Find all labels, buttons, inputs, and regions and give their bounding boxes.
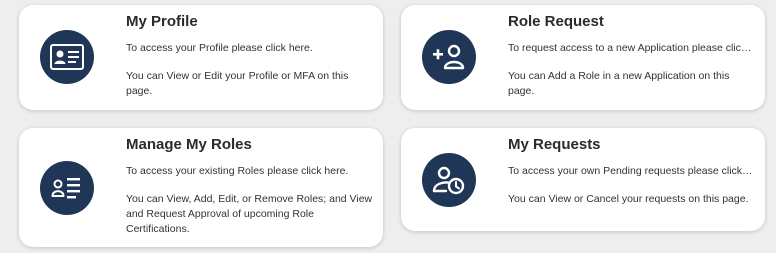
card-access-text: To access your existing Roles please cli… (126, 165, 349, 177)
card-description: You can View or Cancel your requests on … (508, 193, 749, 205)
user-clock-icon (422, 153, 476, 207)
add-user-icon (422, 30, 476, 84)
card-title: Manage My Roles (126, 136, 252, 153)
my-requests-card[interactable]: My Requests To access your own Pending r… (401, 128, 765, 231)
id-card-icon (40, 30, 94, 84)
manage-my-roles-card[interactable]: Manage My Roles To access your existing … (19, 128, 383, 247)
card-description: You can Add a Role in a new Application … (508, 70, 730, 97)
card-access-text: To request access to a new Application p… (508, 42, 755, 54)
role-request-card[interactable]: Role Request To request access to a new … (401, 5, 765, 110)
my-profile-card[interactable]: My Profile To access your Profile please… (19, 5, 383, 110)
card-access-text: To access your Profile please click here… (126, 42, 313, 54)
card-description: You can View or Edit your Profile or MFA… (126, 70, 349, 97)
card-description: You can View, Add, Edit, or Remove Roles… (126, 193, 373, 235)
user-list-icon (40, 161, 94, 215)
card-title: Role Request (508, 13, 604, 30)
card-access-text: To access your own Pending requests plea… (508, 165, 755, 177)
card-title: My Requests (508, 136, 601, 153)
card-title: My Profile (126, 13, 198, 30)
